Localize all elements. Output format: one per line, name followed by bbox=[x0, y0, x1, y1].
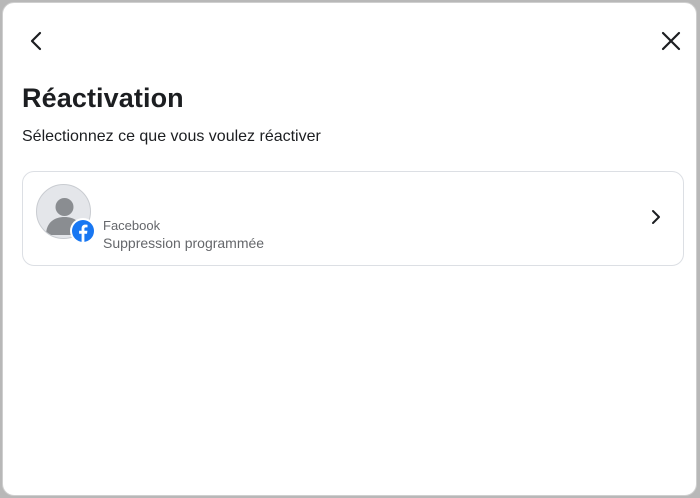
chevron-left-icon bbox=[30, 31, 42, 51]
close-button[interactable] bbox=[655, 25, 687, 57]
page-title: Réactivation bbox=[22, 83, 184, 113]
close-icon bbox=[661, 31, 681, 51]
account-item-facebook[interactable]: Facebook Suppression programmée bbox=[22, 171, 684, 266]
chevron-right-icon bbox=[652, 210, 660, 224]
account-name: Facebook bbox=[103, 218, 161, 233]
account-status: Suppression programmée bbox=[103, 235, 265, 251]
back-button[interactable] bbox=[21, 25, 53, 57]
facebook-icon bbox=[70, 218, 96, 244]
reactivation-dialog: Réactivation Sélectionnez ce que vous vo… bbox=[2, 2, 697, 496]
page-subtitle: Sélectionnez ce que vous voulez réactive… bbox=[22, 128, 321, 145]
